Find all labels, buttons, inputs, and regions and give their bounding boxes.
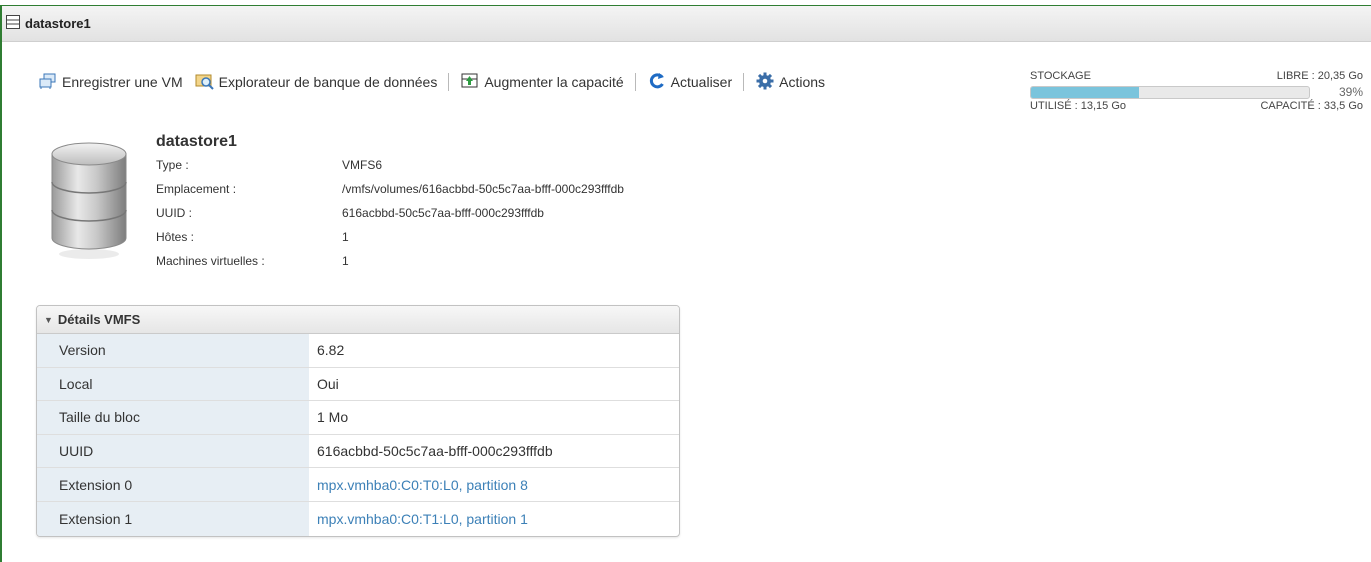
detail-value: 616acbbd-50c5c7aa-bfff-000c293fffdb (317, 443, 553, 460)
title-bar: datastore1 (2, 6, 1371, 42)
table-row: UUID 616acbbd-50c5c7aa-bfff-000c293fffdb (37, 434, 679, 469)
property-row: Machines virtuelles : 1 (156, 253, 624, 277)
property-key: UUID : (156, 206, 192, 220)
datastore-large-icon (50, 142, 128, 269)
register-vm-label: Enregistrer une VM (62, 74, 183, 90)
storage-usage-bar (1030, 85, 1310, 99)
increase-capacity-button[interactable]: Augmenter la capacité (460, 72, 624, 93)
actions-label: Actions (779, 74, 826, 90)
detail-value: 1 Mo (317, 409, 349, 426)
toolbar-separator (448, 73, 450, 91)
actions-button[interactable]: Actions (755, 72, 825, 93)
storage-percent: 39% (1338, 85, 1363, 99)
vmfs-details-panel: ▼ Détails VMFS Version 6.82 Local Oui Ta… (36, 305, 680, 537)
table-row: Local Oui (37, 367, 679, 402)
datastore-browser-icon (195, 72, 219, 93)
caret-down-icon: ▼ (44, 314, 53, 325)
toolbar-separator (634, 73, 636, 91)
increase-capacity-icon (460, 72, 484, 93)
toolbar-separator (743, 73, 745, 91)
property-value: VMFS6 (342, 158, 383, 172)
refresh-label: Actualiser (670, 74, 733, 90)
property-key: Machines virtuelles : (156, 254, 265, 268)
storage-label: STOCKAGE (1030, 70, 1091, 82)
detail-key: Taille du bloc (37, 401, 309, 434)
detail-value: Oui (317, 375, 339, 392)
table-row: Taille du bloc 1 Mo (37, 401, 679, 435)
property-row: Emplacement : /vmfs/volumes/616acbbd-50c… (156, 181, 624, 205)
datastore-browser-label: Explorateur de banque de données (218, 74, 438, 90)
gear-icon (755, 72, 779, 93)
detail-key: Extension 1 (37, 501, 309, 536)
storage-used: UTILISÉ : 13,15 Go (1030, 100, 1126, 112)
toolbar: Enregistrer une VM Explorateur de banque… (38, 70, 825, 94)
datastore-icon (6, 15, 20, 32)
extension-0-link[interactable]: mpx.vmhba0:C0:T0:L0, partition 8 (309, 468, 679, 501)
property-row: UUID : 616acbbd-50c5c7aa-bfff-000c293fff… (156, 205, 624, 229)
register-vm-button[interactable]: Enregistrer une VM (38, 72, 183, 93)
table-row: Version 6.82 (37, 334, 679, 368)
detail-key: UUID (37, 434, 309, 468)
detail-key: Extension 0 (37, 468, 309, 501)
detail-key: Local (37, 367, 309, 401)
increase-capacity-label: Augmenter la capacité (484, 74, 624, 90)
table-row: Extension 0 mpx.vmhba0:C0:T0:L0, partiti… (37, 468, 679, 502)
storage-free: LIBRE : 20,35 Go (1276, 70, 1363, 82)
extension-1-link[interactable]: mpx.vmhba0:C0:T1:L0, partition 1 (309, 502, 679, 536)
property-value: /vmfs/volumes/616acbbd-50c5c7aa-bfff-000… (342, 182, 624, 196)
property-key: Type : (156, 158, 189, 172)
detail-key: Version (37, 334, 309, 367)
datastore-browser-button[interactable]: Explorateur de banque de données (195, 72, 438, 93)
property-row: Type : VMFS6 (156, 157, 624, 181)
storage-capacity: CAPACITÉ : 33,5 Go (1260, 100, 1363, 112)
refresh-button[interactable]: Actualiser (647, 72, 732, 93)
datastore-name: datastore1 (156, 133, 237, 150)
window-title: datastore1 (25, 16, 91, 31)
vmfs-details-title: Détails VMFS (57, 312, 141, 327)
property-row: Hôtes : 1 (156, 229, 624, 253)
register-vm-icon (38, 72, 62, 93)
property-value: 1 (342, 230, 349, 244)
table-row: Extension 1 mpx.vmhba0:C0:T1:L0, partiti… (37, 501, 679, 536)
datastore-properties: Type : VMFS6 Emplacement : /vmfs/volumes… (156, 157, 624, 277)
property-value: 616acbbd-50c5c7aa-bfff-000c293fffdb (342, 206, 544, 220)
property-key: Emplacement : (156, 182, 237, 196)
vmfs-details-header[interactable]: ▼ Détails VMFS (37, 306, 679, 334)
detail-value: 6.82 (317, 342, 345, 359)
storage-summary: STOCKAGE LIBRE : 20,35 Go 39% UTILISÉ : … (1030, 70, 1363, 112)
property-key: Hôtes : (156, 230, 195, 244)
refresh-icon (647, 72, 671, 93)
property-value: 1 (342, 254, 349, 268)
storage-usage-fill (1031, 86, 1140, 98)
